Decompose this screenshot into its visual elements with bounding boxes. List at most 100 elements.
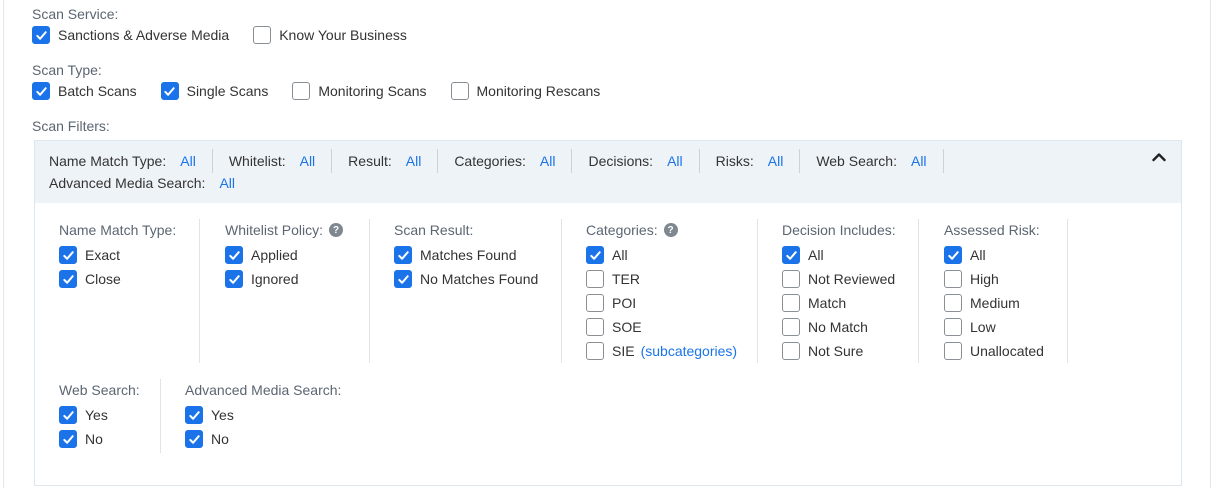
scan-service-label: Scan Service: bbox=[32, 6, 119, 22]
scan-service-options: Sanctions & Adverse Media Know Your Busi… bbox=[32, 26, 431, 44]
checkbox[interactable] bbox=[586, 294, 604, 312]
checkbox[interactable] bbox=[782, 342, 800, 360]
option-matches-found[interactable]: Matches Found bbox=[394, 243, 538, 267]
option-risk-all[interactable]: All bbox=[944, 243, 1044, 267]
option-category-sie[interactable]: SIE (subcategories) bbox=[586, 339, 737, 363]
option-exact[interactable]: Exact bbox=[59, 243, 176, 267]
scan-type-option-monitoring[interactable]: Monitoring Scans bbox=[292, 82, 427, 100]
option-web-search-yes[interactable]: Yes bbox=[59, 403, 140, 427]
summary-value-link[interactable]: All bbox=[911, 153, 927, 169]
checkbox[interactable] bbox=[782, 294, 800, 312]
checkbox[interactable] bbox=[394, 246, 412, 264]
check-icon bbox=[228, 274, 240, 284]
group-scan-result: Scan Result: Matches Found No Matches Fo… bbox=[394, 221, 538, 291]
group-decision-includes: Decision Includes: All Not Reviewed Matc… bbox=[782, 221, 896, 363]
checkbox[interactable] bbox=[32, 26, 50, 44]
summary-value-link[interactable]: All bbox=[768, 153, 784, 169]
option-label: Know Your Business bbox=[279, 27, 407, 43]
group-divider bbox=[757, 219, 758, 363]
summary-value-link[interactable]: All bbox=[406, 153, 422, 169]
option-decision-match[interactable]: Match bbox=[782, 291, 896, 315]
check-icon bbox=[188, 410, 200, 420]
checkbox[interactable] bbox=[185, 430, 203, 448]
option-category-ter[interactable]: TER bbox=[586, 267, 737, 291]
option-decision-all[interactable]: All bbox=[782, 243, 896, 267]
option-label: Ignored bbox=[251, 271, 299, 287]
checkbox[interactable] bbox=[782, 246, 800, 264]
option-ams-no[interactable]: No bbox=[185, 427, 341, 451]
option-decision-not-reviewed[interactable]: Not Reviewed bbox=[782, 267, 896, 291]
option-ams-yes[interactable]: Yes bbox=[185, 403, 341, 427]
checkbox[interactable] bbox=[944, 294, 962, 312]
checkbox[interactable] bbox=[782, 270, 800, 288]
option-decision-no-match[interactable]: No Match bbox=[782, 315, 896, 339]
chevron-up-icon bbox=[1152, 153, 1166, 162]
checkbox[interactable] bbox=[59, 430, 77, 448]
filter-panel: Name Match Type: All Whitelist: All Result… bbox=[34, 140, 1182, 486]
option-category-all[interactable]: All bbox=[586, 243, 737, 267]
checkbox[interactable] bbox=[160, 82, 179, 100]
scan-filters-label: Scan Filters: bbox=[32, 118, 110, 134]
check-icon bbox=[62, 250, 74, 260]
option-decision-not-sure[interactable]: Not Sure bbox=[782, 339, 896, 363]
summary-value-link[interactable]: All bbox=[180, 153, 196, 169]
check-icon bbox=[62, 410, 74, 420]
option-label: Yes bbox=[85, 407, 108, 423]
option-close[interactable]: Close bbox=[59, 267, 176, 291]
checkbox[interactable] bbox=[450, 82, 469, 100]
checkbox[interactable] bbox=[586, 246, 604, 264]
option-label: Low bbox=[970, 319, 996, 335]
checkbox[interactable] bbox=[586, 318, 604, 336]
checkbox[interactable] bbox=[586, 270, 604, 288]
option-risk-low[interactable]: Low bbox=[944, 315, 1044, 339]
option-risk-high[interactable]: High bbox=[944, 267, 1044, 291]
checkbox[interactable] bbox=[394, 270, 412, 288]
help-icon[interactable]: ? bbox=[663, 223, 678, 237]
summary-value-link[interactable]: All bbox=[667, 153, 683, 169]
summary-key: Whitelist: bbox=[228, 153, 286, 169]
scan-type-option-rescans[interactable]: Monitoring Rescans bbox=[450, 82, 601, 100]
option-risk-unallocated[interactable]: Unallocated bbox=[944, 339, 1044, 363]
checkbox[interactable] bbox=[32, 82, 50, 100]
checkbox[interactable] bbox=[59, 246, 77, 264]
option-label: Batch Scans bbox=[58, 83, 137, 99]
summary-value-link[interactable]: All bbox=[540, 153, 556, 169]
checkbox[interactable] bbox=[944, 342, 962, 360]
scan-service-option-sanctions[interactable]: Sanctions & Adverse Media bbox=[32, 26, 229, 44]
check-icon bbox=[228, 250, 240, 260]
option-category-poi[interactable]: POI bbox=[586, 291, 737, 315]
scan-service-option-kyb[interactable]: Know Your Business bbox=[253, 26, 407, 44]
scan-type-option-single[interactable]: Single Scans bbox=[160, 82, 268, 100]
option-category-soe[interactable]: SOE bbox=[586, 315, 737, 339]
summary-decisions: Decisions: All bbox=[588, 149, 700, 173]
option-ignored[interactable]: Ignored bbox=[225, 267, 343, 291]
checkbox[interactable] bbox=[782, 318, 800, 336]
checkbox[interactable] bbox=[225, 270, 243, 288]
checkbox[interactable] bbox=[944, 318, 962, 336]
summary-value-link[interactable]: All bbox=[300, 153, 316, 169]
collapse-filters-button[interactable] bbox=[1149, 147, 1169, 167]
checkbox[interactable] bbox=[253, 26, 272, 44]
checkbox[interactable] bbox=[59, 406, 77, 424]
checkbox[interactable] bbox=[944, 246, 962, 264]
filter-summary-line-2: Advanced Media Search: All bbox=[49, 171, 267, 195]
help-icon[interactable]: ? bbox=[329, 223, 344, 237]
checkbox[interactable] bbox=[944, 270, 962, 288]
subcategories-link[interactable]: (subcategories) bbox=[641, 343, 738, 359]
option-label: Monitoring Rescans bbox=[476, 83, 601, 99]
checkbox[interactable] bbox=[185, 406, 203, 424]
option-no-matches-found[interactable]: No Matches Found bbox=[394, 267, 538, 291]
option-applied[interactable]: Applied bbox=[225, 243, 343, 267]
checkbox[interactable] bbox=[225, 246, 243, 264]
option-label: All bbox=[970, 247, 986, 263]
group-divider bbox=[918, 219, 919, 363]
option-risk-medium[interactable]: Medium bbox=[944, 291, 1044, 315]
summary-value-link[interactable]: All bbox=[219, 175, 235, 191]
filter-summary-bar[interactable]: Name Match Type: All Whitelist: All Result… bbox=[35, 141, 1181, 203]
scan-type-option-batch[interactable]: Batch Scans bbox=[32, 82, 137, 100]
option-web-search-no[interactable]: No bbox=[59, 427, 140, 451]
group-title: Categories:? bbox=[586, 221, 737, 239]
checkbox[interactable] bbox=[586, 342, 604, 360]
checkbox[interactable] bbox=[59, 270, 77, 288]
checkbox[interactable] bbox=[292, 82, 311, 100]
